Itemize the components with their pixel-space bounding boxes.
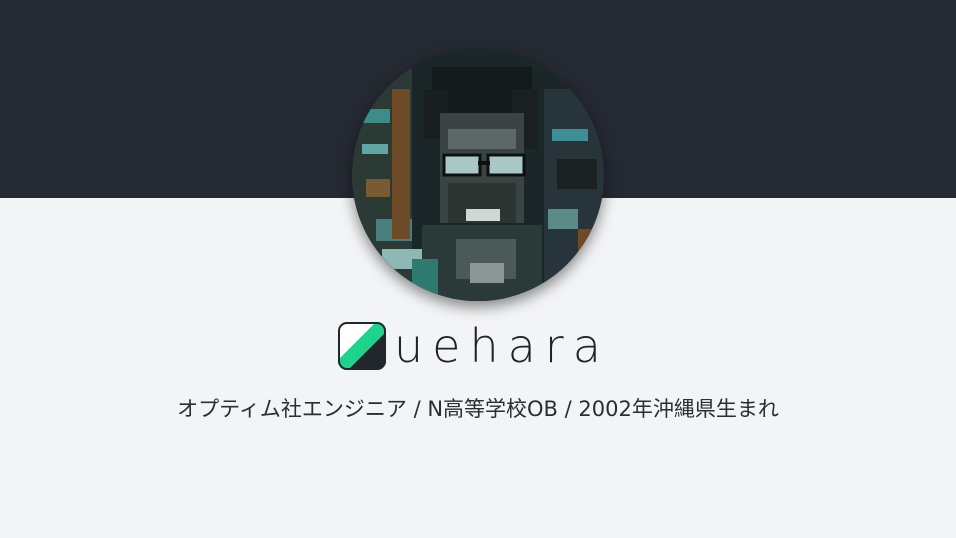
avatar-photo: [352, 49, 604, 301]
avatar: [352, 49, 604, 301]
slash-logo-icon: [338, 322, 386, 370]
profile-name-row: uehara: [338, 318, 610, 374]
profile-page: uehara オプティム社エンジニア / N高等学校OB / 2002年沖縄県生…: [0, 0, 956, 538]
profile-bio: オプティム社エンジニア / N高等学校OB / 2002年沖縄県生まれ: [177, 397, 779, 421]
profile-name: uehara: [394, 319, 610, 373]
